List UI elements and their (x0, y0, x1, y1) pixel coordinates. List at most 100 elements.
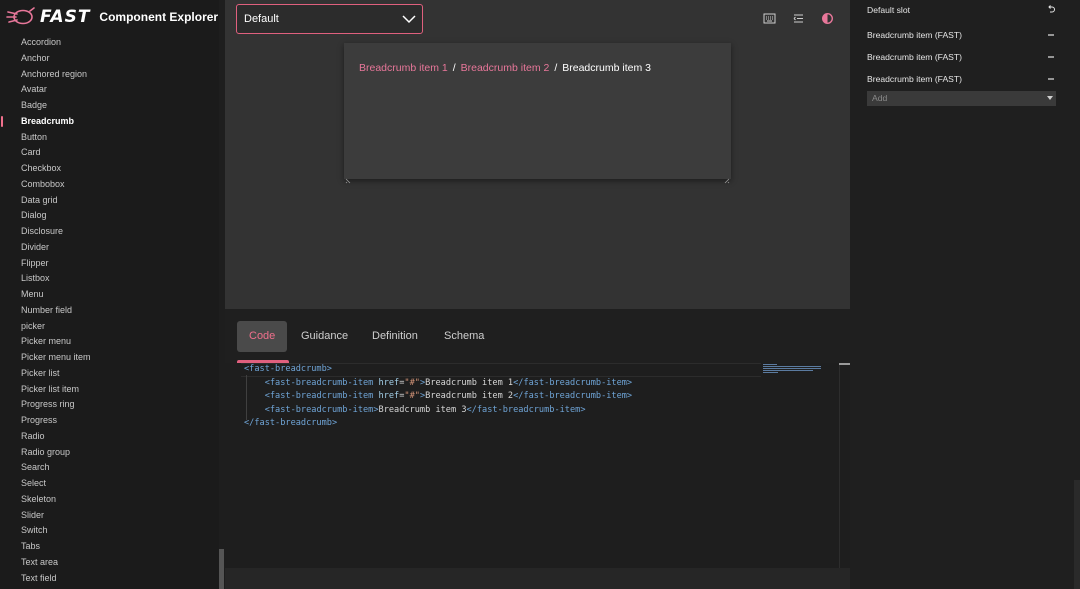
code-horizontal-scrollbar[interactable] (225, 568, 850, 589)
breadcrumb-separator: / (452, 62, 456, 74)
breadcrumb: Breadcrumb item 1 / Breadcrumb item 2 / … (359, 62, 651, 74)
code-line: <fast-breadcrumb-item href="#">Breadcrum… (244, 377, 632, 391)
text-direction-icon[interactable] (792, 12, 805, 25)
code-scrollbar[interactable] (839, 363, 850, 568)
tab-definition[interactable]: Definition (360, 321, 430, 352)
sidebar-scrollbar-thumb[interactable] (219, 549, 224, 589)
code-token: <fast-breadcrumb-item (264, 377, 379, 388)
app-root: FAST Component Explorer Accordion Anchor A… (0, 0, 1080, 589)
caret-down-icon (1047, 96, 1053, 100)
sidebar-item-radio-group[interactable]: Radio group (0, 445, 218, 461)
sidebar-item-search[interactable]: Search (0, 460, 218, 476)
preview-toolbar (763, 12, 834, 25)
sidebar-item-switch[interactable]: Switch (0, 523, 218, 539)
slot-item-label: Breadcrumb item (FAST) (867, 30, 963, 40)
sidebar-item-slider[interactable]: Slider (0, 508, 218, 524)
code-line: <fast-breadcrumb> (244, 363, 332, 377)
default-slot-row: Default slot (867, 3, 1057, 17)
remove-item-icon[interactable] (1045, 72, 1057, 86)
inspector-panel: Default slot Breadcrumb item (FAST) Brea… (850, 0, 1080, 589)
sidebar-item-menu[interactable]: Menu (0, 287, 218, 303)
sidebar-item-breadcrumb[interactable]: Breadcrumb (0, 114, 218, 130)
code-editor[interactable]: <fast-breadcrumb> <fast-breadcrumb-item … (225, 363, 850, 568)
tab-guidance[interactable]: Guidance (289, 321, 360, 352)
sidebar-item-text-field[interactable]: Text field (0, 571, 218, 587)
code-line: <fast-breadcrumb-item>Breadcrumb item 3<… (244, 404, 586, 418)
code-token: Breadcrumb item 3 (378, 404, 467, 415)
breadcrumb-item-current: Breadcrumb item 3 (562, 62, 651, 74)
sidebar-item-disclosure[interactable]: Disclosure (0, 224, 218, 240)
tab-code[interactable]: Code (237, 321, 288, 352)
code-token: </fast-breadcrumb> (244, 418, 338, 428)
docs-tabs: Code Guidance Definition Schema (225, 309, 850, 363)
breadcrumb-item-1[interactable]: Breadcrumb item 1 (359, 62, 448, 74)
code-scrollbar-thumb[interactable] (839, 363, 850, 365)
code-token: href (378, 377, 400, 388)
sidebar-item-progress-ring[interactable]: Progress ring (0, 397, 218, 413)
sidebar-item-data-grid[interactable]: Data grid (0, 193, 218, 209)
sidebar-nav: Accordion Anchor Anchored region Avatar Badg… (0, 35, 218, 586)
brand-logo-text: FAST (40, 7, 91, 27)
inspector-scrollbar[interactable] (1074, 480, 1080, 589)
breadcrumb-separator: / (554, 62, 558, 74)
code-line: </fast-breadcrumb> (244, 417, 337, 431)
add-item-placeholder: Add (872, 93, 888, 103)
sidebar-item-flipper[interactable]: Flipper (0, 256, 218, 272)
sidebar-item-divider[interactable]: Divider (0, 240, 218, 256)
code-token: <fast-breadcrumb> (244, 364, 332, 374)
code-token: <fast-breadcrumb-item (264, 391, 379, 401)
sidebar-item-button[interactable]: Button (0, 130, 218, 146)
brand[interactable]: FAST Component Explorer (6, 6, 218, 28)
code-token: <fast-breadcrumb-item> (264, 404, 379, 415)
fast-logo-icon (6, 6, 36, 28)
sidebar-item-progress[interactable]: Progress (0, 413, 218, 429)
variant-select[interactable]: Default (236, 4, 423, 34)
chevron-down-icon (402, 13, 416, 28)
variant-select-value: Default (244, 13, 279, 25)
code-token: </fast-breadcrumb-item> (513, 377, 633, 388)
slot-item-row: Breadcrumb item (FAST) (867, 72, 1057, 86)
sidebar-item-tabs[interactable]: Tabs (0, 539, 218, 555)
preview-stage: Default Breadcrumb item 1 / Breadcrumb i… (225, 0, 850, 309)
sidebar-item-accordion[interactable]: Accordion (0, 35, 218, 51)
sidebar-item-avatar[interactable]: Avatar (0, 82, 218, 98)
keyboard-icon[interactable] (763, 12, 776, 25)
tab-schema[interactable]: Schema (432, 321, 496, 352)
sidebar-item-picker-list[interactable]: Picker list (0, 366, 218, 382)
code-token: "#" (404, 377, 420, 388)
remove-item-icon[interactable] (1045, 28, 1057, 42)
sidebar-item-badge[interactable]: Badge (0, 98, 218, 114)
slot-item-row: Breadcrumb item (FAST) (867, 50, 1057, 64)
slot-item-label: Breadcrumb item (FAST) (867, 52, 963, 62)
sidebar-item-picker-menu-item[interactable]: Picker menu item (0, 350, 218, 366)
theme-toggle-icon[interactable] (821, 12, 834, 25)
sidebar-item-text-area[interactable]: Text area (0, 555, 218, 571)
add-item-select[interactable]: Add (867, 91, 1056, 106)
sidebar-item-dialog[interactable]: Dialog (0, 208, 218, 224)
sidebar-item-skeleton[interactable]: Skeleton (0, 492, 218, 508)
remove-item-icon[interactable] (1045, 50, 1057, 64)
sidebar-item-listbox[interactable]: Listbox (0, 271, 218, 287)
sidebar-item-picker-menu[interactable]: Picker menu (0, 334, 218, 350)
code-token: </fast-breadcrumb-item> (513, 391, 633, 401)
sidebar-item-anchored-region[interactable]: Anchored region (0, 67, 218, 83)
sidebar-item-select[interactable]: Select (0, 476, 218, 492)
sidebar-item-combobox[interactable]: Combobox (0, 177, 218, 193)
code-token: Breadcrumb item 2 (425, 391, 514, 401)
sidebar-item-anchor[interactable]: Anchor (0, 51, 218, 67)
code-minimap[interactable] (763, 363, 825, 373)
slot-item-label: Breadcrumb item (FAST) (867, 74, 963, 84)
reset-icon[interactable] (1045, 3, 1057, 17)
sidebar-item-picker[interactable]: picker (0, 319, 218, 335)
resize-handle-left-icon[interactable] (345, 171, 352, 184)
code-token: "#" (404, 391, 420, 401)
sidebar-item-number-field[interactable]: Number field (0, 303, 218, 319)
resize-handle-right-icon[interactable] (723, 171, 730, 184)
code-token: href (378, 391, 400, 401)
sidebar-item-picker-list-item[interactable]: Picker list item (0, 382, 218, 398)
sidebar-item-radio[interactable]: Radio (0, 429, 218, 445)
sidebar-item-checkbox[interactable]: Checkbox (0, 161, 218, 177)
sidebar-item-card[interactable]: Card (0, 145, 218, 161)
breadcrumb-item-2[interactable]: Breadcrumb item 2 (461, 62, 550, 74)
